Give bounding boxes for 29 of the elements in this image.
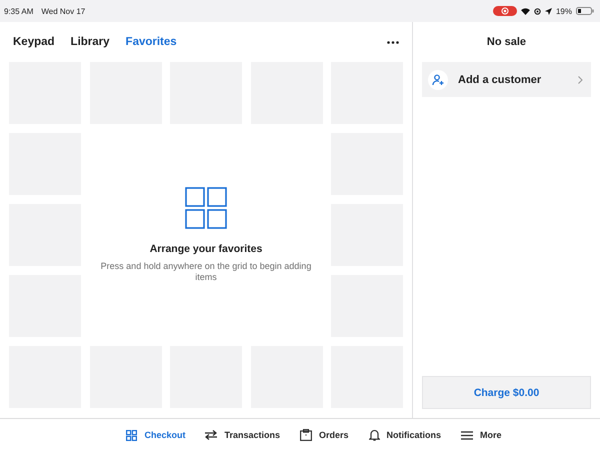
battery-percentage: 19% [556, 6, 572, 16]
empty-state-message: Press and hold anywhere on the grid to begin adding items [100, 261, 312, 283]
grid-icon [126, 430, 138, 440]
wifi-icon [520, 8, 530, 14]
grid-icon [185, 187, 227, 229]
bell-icon [368, 429, 380, 441]
charge-button[interactable]: Charge $0.00 [422, 376, 591, 409]
battery-icon [576, 7, 594, 15]
location-icon [544, 8, 552, 14]
nav-tab[interactable]: Orders [300, 427, 349, 443]
tab[interactable]: Keypad [13, 36, 55, 48]
nav-tab[interactable]: More [461, 428, 502, 442]
add-person-icon [432, 74, 444, 86]
lock-rotation-icon [534, 8, 541, 14]
nav-tab[interactable]: Checkout [126, 428, 186, 442]
nav-tab[interactable]: Notifications [368, 427, 442, 443]
clipboard-icon [300, 429, 312, 441]
menu-icon [461, 430, 474, 440]
sale-title: No sale [486, 35, 528, 50]
status-date: Wed Nov 17 [41, 6, 86, 16]
status-time: 9:35 AM [4, 6, 34, 16]
more-options-icon[interactable] [387, 40, 399, 44]
chevron-right-icon [578, 76, 583, 84]
empty-state-title: Arrange your favorites [150, 243, 262, 255]
swap-arrows-icon [205, 430, 218, 440]
tab[interactable]: Library [70, 36, 110, 48]
tab[interactable]: Favorites [126, 36, 177, 48]
nav-tab[interactable]: Transactions [205, 428, 280, 442]
add-customer-button[interactable]: Add a customer [422, 62, 591, 97]
